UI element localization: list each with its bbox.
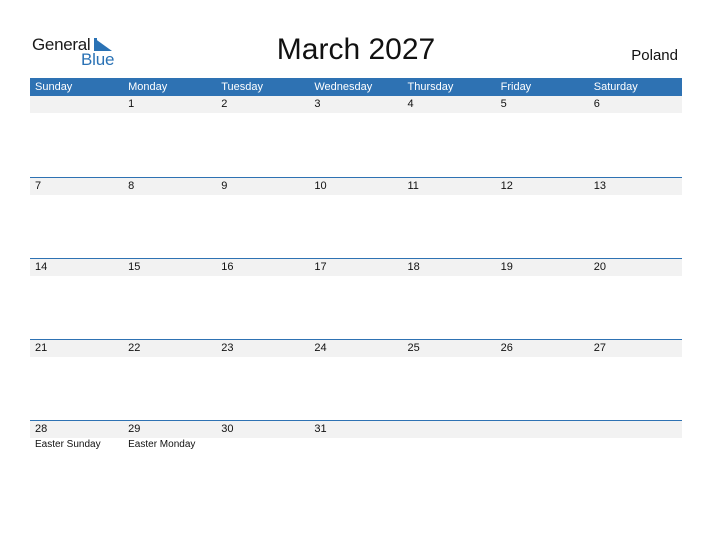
- day-number: 20: [593, 261, 606, 273]
- weekday-sunday: Sunday: [35, 81, 73, 93]
- holiday-label: [309, 276, 402, 292]
- day-number: 31: [314, 423, 327, 435]
- holiday-label: [309, 357, 402, 373]
- day-number: [403, 421, 496, 438]
- holiday-label: [309, 113, 402, 129]
- day-number: 10: [314, 180, 327, 192]
- calendar-grid: Sunday Monday Tuesday Wednesday Thursday…: [30, 78, 682, 501]
- holiday-label: [216, 276, 309, 292]
- holiday-label: [589, 276, 682, 292]
- week-row: 7 8 9 10 11 12 13: [30, 177, 682, 258]
- holiday-label: [123, 276, 216, 292]
- holiday-band: Easter Sunday Easter Monday: [30, 438, 682, 454]
- day-number: 22: [128, 342, 141, 354]
- day-number: 25: [407, 342, 420, 354]
- holiday-label: [123, 195, 216, 211]
- holiday-label: [589, 357, 682, 373]
- holiday-label: [496, 276, 589, 292]
- day-number: 11: [407, 180, 419, 192]
- day-number: 8: [128, 180, 135, 192]
- holiday-label: [589, 195, 682, 211]
- holiday-label: [30, 276, 123, 292]
- week-row: 14 15 16 17 18 19 20: [30, 258, 682, 339]
- day-number: 13: [593, 180, 606, 192]
- holiday-band: [30, 195, 682, 211]
- day-number: [589, 421, 682, 438]
- weekday-friday: Friday: [500, 81, 532, 93]
- day-number: 7: [35, 180, 42, 192]
- holiday-label: [309, 195, 402, 211]
- day-number: 27: [593, 342, 606, 354]
- holiday-label: [496, 195, 589, 211]
- holiday-label: [216, 438, 309, 454]
- holiday-label: [123, 357, 216, 373]
- day-number: 15: [128, 261, 141, 273]
- date-band: 7 8 9 10 11 12 13: [30, 178, 682, 195]
- date-band: 14 15 16 17 18 19 20: [30, 259, 682, 276]
- holiday-label: [403, 357, 496, 373]
- holiday-label: Easter Monday: [128, 439, 196, 450]
- holiday-label: [496, 113, 589, 129]
- holiday-label: [403, 438, 496, 454]
- weekday-header: Sunday Monday Tuesday Wednesday Thursday…: [30, 78, 682, 96]
- day-number: 19: [500, 261, 513, 273]
- week-row: 28 29 30 31 Easter Sunday Easter Monday: [30, 420, 682, 501]
- day-number: 4: [407, 98, 414, 110]
- day-number: 16: [221, 261, 234, 273]
- day-number: 6: [593, 98, 600, 110]
- day-number: 24: [314, 342, 327, 354]
- holiday-label: [216, 195, 309, 211]
- weekday-wednesday: Wednesday: [314, 81, 373, 93]
- day-number: 30: [221, 423, 234, 435]
- day-number: 17: [314, 261, 327, 273]
- holiday-label: [496, 357, 589, 373]
- day-number: 28: [35, 423, 48, 435]
- day-number: 23: [221, 342, 234, 354]
- holiday-label: [30, 357, 123, 373]
- holiday-label: [216, 357, 309, 373]
- holiday-label: [589, 113, 682, 129]
- day-number: 5: [500, 98, 507, 110]
- week-row: 1 2 3 4 5 6: [30, 96, 682, 177]
- date-band: 21 22 23 24 25 26 27: [30, 340, 682, 357]
- holiday-label: [216, 113, 309, 129]
- calendar-title: March 2027: [276, 33, 436, 66]
- holiday-label: [123, 113, 216, 129]
- week-row: 21 22 23 24 25 26 27: [30, 339, 682, 420]
- holiday-label: [496, 438, 589, 454]
- holiday-label: [403, 276, 496, 292]
- day-number: 18: [407, 261, 420, 273]
- weekday-tuesday: Tuesday: [221, 81, 264, 93]
- day-number: 29: [128, 423, 141, 435]
- day-number: 21: [35, 342, 48, 354]
- day-number: 3: [314, 98, 321, 110]
- weekday-thursday: Thursday: [407, 81, 454, 93]
- day-number: [30, 96, 123, 113]
- day-number: 2: [221, 98, 228, 110]
- holiday-band: [30, 276, 682, 292]
- country-label: Poland: [631, 47, 678, 64]
- holiday-label: [403, 113, 496, 129]
- day-number: 26: [500, 342, 513, 354]
- day-number: 1: [128, 98, 135, 110]
- day-number: [496, 421, 589, 438]
- holiday-label: [30, 113, 123, 129]
- day-number: 14: [35, 261, 48, 273]
- holiday-label: [30, 195, 123, 211]
- day-number: 12: [500, 180, 513, 192]
- date-band: 1 2 3 4 5 6: [30, 96, 682, 113]
- weeks-container: 1 2 3 4 5 6 7 8 9 10 11 12 13 14 15 16 17 18 19 20 21 22 23 24 2…: [30, 96, 682, 501]
- holiday-band: [30, 357, 682, 373]
- weekday-monday: Monday: [128, 81, 168, 93]
- day-number: 9: [221, 180, 228, 192]
- holiday-label: [403, 195, 496, 211]
- holiday-label: [309, 438, 402, 454]
- holiday-band: [30, 113, 682, 129]
- date-band: 28 29 30 31: [30, 421, 682, 438]
- holiday-label: Easter Sunday: [35, 439, 101, 450]
- weekday-saturday: Saturday: [593, 81, 638, 93]
- holiday-label: [589, 438, 682, 454]
